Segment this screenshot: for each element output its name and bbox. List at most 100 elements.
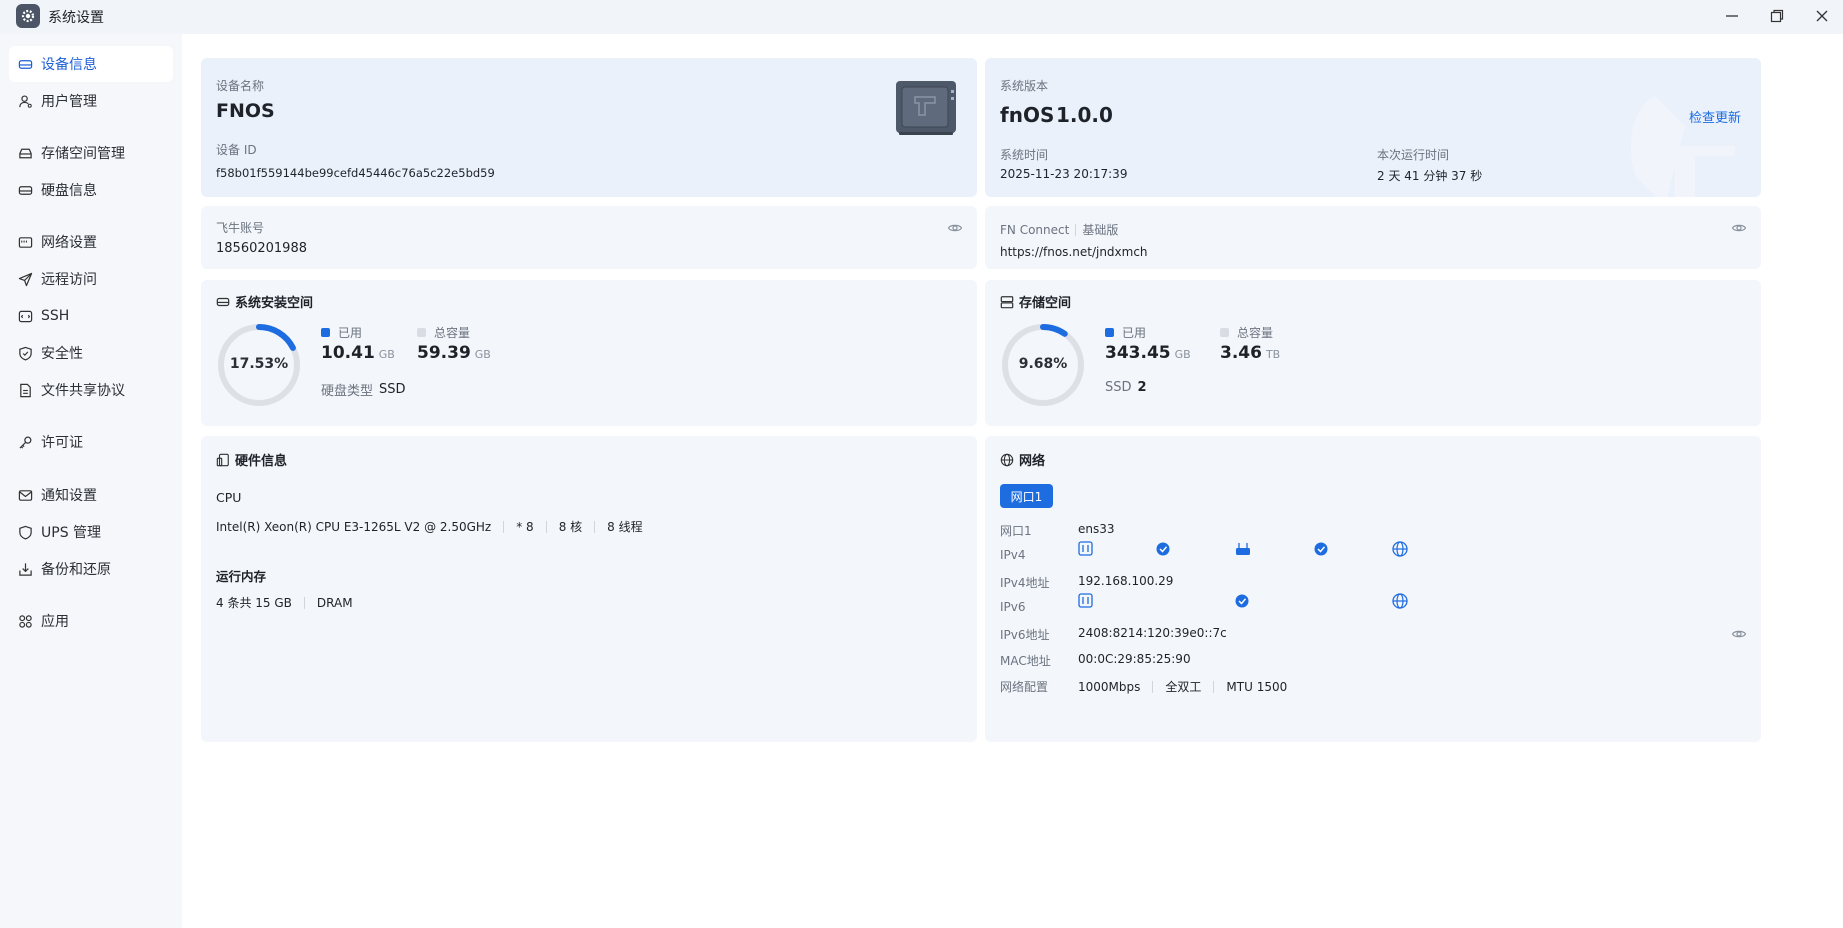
network-icon [18, 235, 33, 250]
sidebar-item-label: 通知设置 [41, 488, 97, 504]
memory-info: 4 条共 15 GB DRAM [216, 594, 353, 611]
storage-icon [18, 146, 33, 161]
port-tab-1[interactable]: 网口1 [1000, 484, 1053, 508]
check-update-link[interactable]: 检查更新 [1689, 107, 1741, 126]
sidebar-item-users[interactable]: 用户管理 [9, 83, 173, 119]
fn-connect-tier: 基础版 [1082, 223, 1119, 237]
network-title: 网络 [1000, 450, 1045, 469]
total-legend: 总容量 [1220, 324, 1273, 341]
eye-icon[interactable] [1731, 626, 1747, 642]
used-swatch [1105, 328, 1114, 337]
backup-icon [18, 562, 33, 577]
sidebar-item-label: UPS 管理 [41, 525, 102, 541]
gear-icon [16, 4, 40, 28]
sidebar-item-label: 许可证 [41, 435, 83, 451]
memory-label: 运行内存 [216, 569, 267, 584]
disk-type: 硬盘类型 SSD [321, 382, 406, 399]
minimize-button[interactable] [1718, 3, 1746, 29]
used-legend: 已用 [321, 324, 362, 341]
sidebar-item-remote-access[interactable]: 远程访问 [9, 261, 173, 297]
apps-icon [18, 614, 33, 629]
cpu-model: Intel(R) Xeon(R) CPU E3-1265L V2 @ 2.50G… [216, 520, 492, 534]
system-time: 2025-11-23 20:17:39 [1000, 167, 1128, 181]
sidebar-item-notifications[interactable]: 通知设置 [9, 477, 173, 513]
file-icon [18, 383, 33, 398]
account-card: 飞牛账号 18560201988 [201, 206, 977, 269]
cpu-info: Intel(R) Xeon(R) CPU E3-1265L V2 @ 2.50G… [216, 518, 643, 535]
sidebar-item-label: 安全性 [41, 346, 83, 362]
mtu: MTU 1500 [1226, 680, 1288, 694]
sidebar-item-label: 网络设置 [41, 235, 97, 251]
fnos-watermark-icon [1631, 96, 1735, 197]
maximize-button[interactable] [1763, 3, 1791, 29]
nic-icon [1078, 541, 1093, 556]
sidebar-item-label: 用户管理 [41, 94, 97, 110]
sidebar-item-storage[interactable]: 存储空间管理 [9, 135, 173, 171]
memory-size: 4 条共 15 GB [216, 596, 292, 610]
fn-connect-url: https://fnos.net/jndxmch [1000, 245, 1148, 259]
system-total-value: 59.39 GB [417, 343, 491, 363]
nic-icon [1078, 593, 1093, 608]
cpu-count: * 8 [516, 520, 534, 534]
storage-space-title: 存储空间 [1000, 292, 1071, 311]
minimize-icon [1726, 15, 1738, 17]
close-icon [1816, 10, 1828, 22]
storage-space-percent: 9.68% [1018, 356, 1068, 372]
system-time-label: 系统时间 [1000, 148, 1049, 162]
device-name-label: 设备名称 [216, 79, 265, 93]
cpu-threads: 8 线程 [607, 520, 643, 534]
sidebar-item-ups[interactable]: UPS 管理 [9, 514, 173, 550]
shield-icon [18, 346, 33, 361]
device-id-label: 设备 ID [216, 143, 257, 157]
sidebar-item-ssh[interactable]: SSH [9, 298, 173, 334]
sidebar: 设备信息 用户管理 存储空间管理 硬盘信息 网络设置 远程访问 SSH 安全性 … [0, 34, 182, 928]
fn-connect-card: FN Connect 基础版 https://fnos.net/jndxmch [985, 206, 1761, 269]
hardware-icon [216, 453, 230, 467]
system-card: 系统版本 fnOS 1.0.0 检查更新 系统时间 2025-11-23 20:… [985, 58, 1761, 197]
sidebar-item-security[interactable]: 安全性 [9, 335, 173, 371]
port-label: 网口1 [1000, 524, 1032, 538]
sidebar-item-file-sharing[interactable]: 文件共享协议 [9, 372, 173, 408]
ipv6-connection-diagram [1078, 593, 1408, 609]
network-config-label: 网络配置 [1000, 680, 1049, 694]
port-value: ens33 [1078, 522, 1115, 536]
disk-icon [216, 295, 230, 309]
main-content: 设备名称 FNOS 设备 ID f58b01f559144be99cefd454… [182, 34, 1843, 928]
uptime-label: 本次运行时间 [1377, 148, 1450, 162]
sidebar-item-disks[interactable]: 硬盘信息 [9, 172, 173, 208]
sidebar-item-label: 设备信息 [41, 57, 97, 73]
mac-address: 00:0C:29:85:25:90 [1078, 652, 1191, 666]
check-icon [1156, 542, 1170, 556]
cpu-cores: 8 核 [558, 520, 583, 534]
used-legend: 已用 [1105, 324, 1146, 341]
system-used-value: 10.41 GB [321, 343, 395, 363]
sidebar-item-label: 文件共享协议 [41, 383, 125, 399]
title-bar: 系统设置 [0, 0, 1843, 34]
hardware-card: 硬件信息 CPU Intel(R) Xeon(R) CPU E3-1265L V… [201, 436, 977, 742]
sidebar-item-apps[interactable]: 应用 [9, 603, 173, 639]
ipv6-label: IPv6 [1000, 600, 1026, 614]
eye-icon[interactable] [1731, 220, 1747, 236]
total-swatch [417, 328, 426, 337]
system-space-title: 系统安装空间 [216, 292, 313, 311]
close-button[interactable] [1808, 3, 1836, 29]
sidebar-item-backup[interactable]: 备份和还原 [9, 551, 173, 587]
ups-icon [18, 525, 33, 540]
cpu-label: CPU [216, 490, 242, 505]
ipv4-label: IPv4 [1000, 548, 1026, 562]
sidebar-item-license[interactable]: 许可证 [9, 424, 173, 460]
check-icon [1314, 542, 1328, 556]
sidebar-item-label: 应用 [41, 614, 69, 630]
eye-icon[interactable] [947, 220, 963, 236]
storage-icon [1000, 295, 1014, 309]
restore-icon [1770, 9, 1784, 23]
sidebar-item-network[interactable]: 网络设置 [9, 224, 173, 260]
os-name: fnOS [1000, 103, 1055, 127]
sidebar-item-device-info[interactable]: 设备信息 [9, 46, 173, 82]
user-icon [18, 94, 33, 109]
nas-device-icon [896, 81, 956, 135]
os-version: 1.0.0 [1056, 103, 1113, 127]
key-icon [18, 435, 33, 450]
system-space-percent: 17.53% [229, 356, 289, 372]
system-space-card: 系统安装空间 17.53% 已用 10.41 GB 总容量 59.39 GB 硬盘类… [201, 280, 977, 426]
